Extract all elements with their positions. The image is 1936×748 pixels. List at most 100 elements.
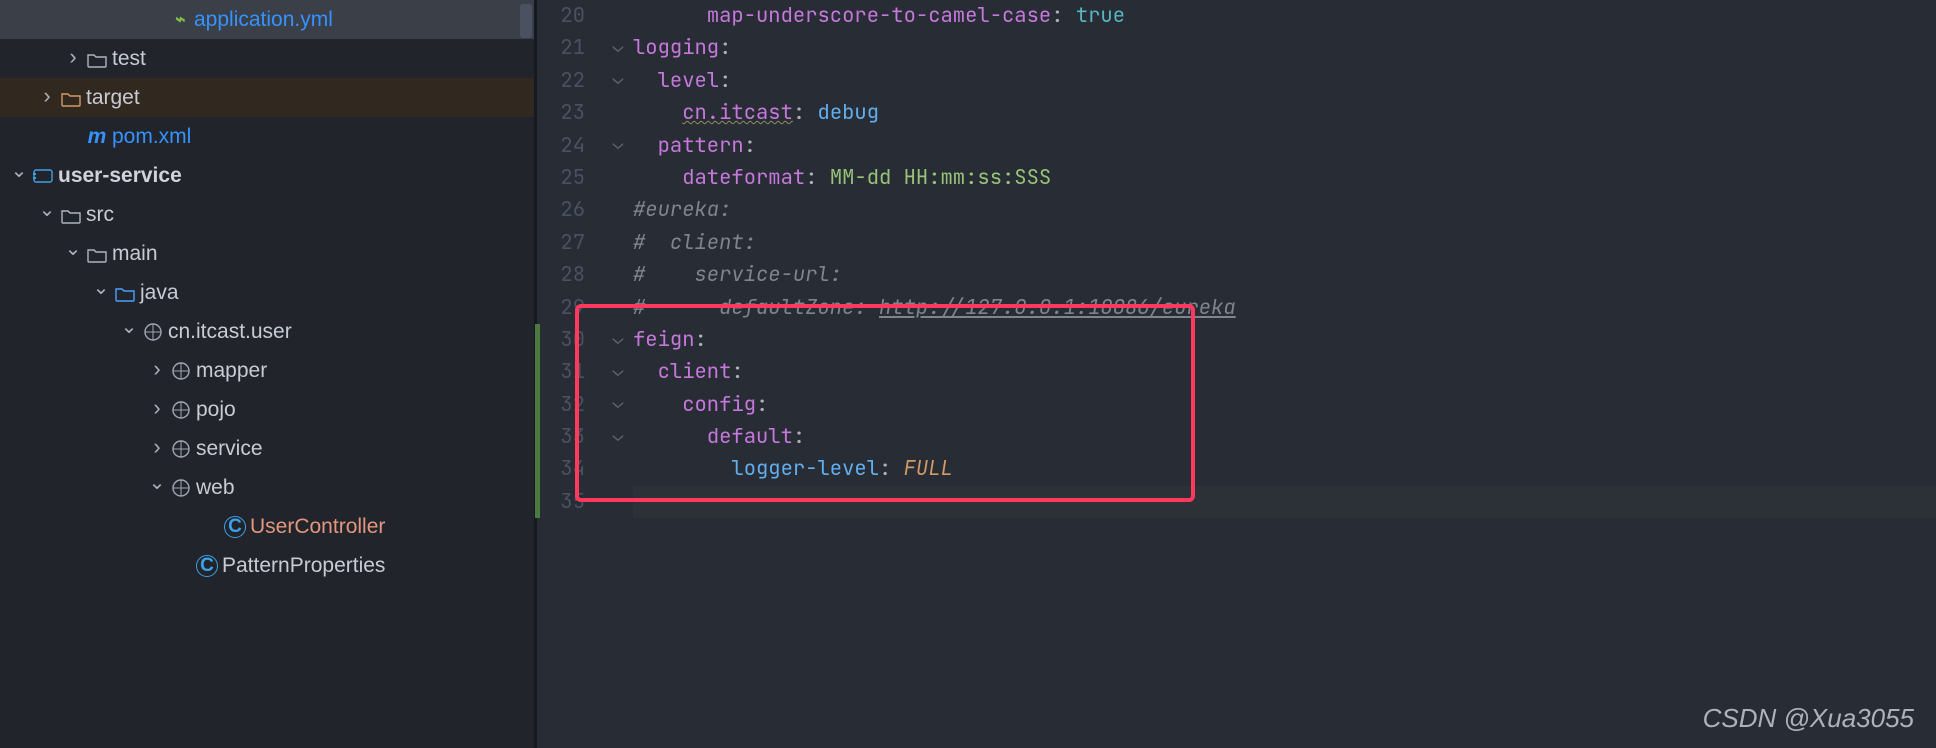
tree-node-label: src [84, 195, 114, 234]
tree-node-label: UserController [248, 507, 385, 546]
tree-row[interactable]: target [0, 78, 537, 117]
code-line[interactable]: pattern: [633, 130, 1936, 162]
code-line[interactable]: dateformat: MM-dd HH:mm:ss:SSS [633, 162, 1936, 194]
line-number: 24 [537, 130, 603, 162]
package-icon [142, 322, 164, 342]
fold-marker [603, 227, 633, 259]
tree-row[interactable]: service [0, 429, 537, 468]
folder-icon [114, 284, 136, 302]
fold-marker [603, 453, 633, 485]
code-line[interactable]: level: [633, 65, 1936, 97]
code-line[interactable]: logging: [633, 32, 1936, 64]
tree-row[interactable]: test [0, 39, 537, 78]
expand-chevron-icon[interactable] [90, 273, 112, 312]
code-line[interactable]: #eureka: [633, 194, 1936, 226]
tree-row[interactable]: mapper [0, 351, 537, 390]
tree-node-label: pom.xml [110, 117, 191, 156]
fold-marker[interactable] [603, 32, 633, 64]
tree-row[interactable]: web [0, 468, 537, 507]
code-area[interactable]: map-underscore-to-camel-case: trueloggin… [633, 0, 1936, 748]
tree-node-icon [30, 167, 56, 185]
fold-marker[interactable] [603, 130, 633, 162]
code-editor[interactable]: 20212223242526272829303132333435 map-und… [537, 0, 1936, 748]
tree-node-icon [58, 206, 84, 224]
folder-icon [60, 206, 82, 224]
line-number: 29 [537, 292, 603, 324]
tree-node-label: java [138, 273, 179, 312]
tree-row[interactable]: main [0, 234, 537, 273]
tree-row[interactable]: java [0, 273, 537, 312]
expand-chevron-icon[interactable] [62, 234, 84, 273]
code-line[interactable] [633, 486, 1936, 518]
code-line[interactable]: # defaultZone: http://127.0.0.1:10086/eu… [633, 292, 1936, 324]
folder-icon [86, 245, 108, 263]
fold-marker[interactable] [603, 389, 633, 421]
tree-row[interactable]: mpom.xml [0, 117, 537, 156]
line-number: 25 [537, 162, 603, 194]
fold-marker [603, 292, 633, 324]
line-number: 31 [537, 356, 603, 388]
tree-row[interactable]: CUserController [0, 507, 537, 546]
code-line[interactable]: feign: [633, 324, 1936, 356]
expand-chevron-icon[interactable] [36, 195, 58, 234]
code-line[interactable]: cn.itcast: debug [633, 97, 1936, 129]
expand-chevron-icon[interactable] [146, 351, 168, 390]
code-line[interactable]: logger-level: FULL [633, 453, 1936, 485]
line-number: 33 [537, 421, 603, 453]
fold-marker[interactable] [603, 65, 633, 97]
code-line[interactable]: # service-url: [633, 259, 1936, 291]
expand-chevron-icon[interactable] [146, 429, 168, 468]
code-line[interactable]: # client: [633, 227, 1936, 259]
tree-node-label: application.yml [192, 0, 333, 39]
tree-node-label: target [84, 78, 140, 117]
fold-marker[interactable] [603, 356, 633, 388]
fold-marker [603, 259, 633, 291]
fold-marker[interactable] [603, 421, 633, 453]
expand-chevron-icon[interactable] [146, 468, 168, 507]
tree-row[interactable]: CPatternProperties [0, 546, 537, 585]
tree-node-label: web [194, 468, 235, 507]
class-icon: C [196, 555, 218, 577]
tree-scrollbar-thumb[interactable] [520, 4, 532, 38]
maven-file-icon: m [88, 117, 107, 156]
expand-chevron-icon[interactable] [62, 39, 84, 78]
app-root: ⌁application.ymltesttargetmpom.xmluser-s… [0, 0, 1936, 748]
package-icon [170, 439, 192, 459]
line-number: 21 [537, 32, 603, 64]
package-icon [170, 478, 192, 498]
package-icon [170, 400, 192, 420]
folder-icon [60, 89, 82, 107]
tree-node-icon [168, 400, 194, 420]
package-icon [170, 361, 192, 381]
tree-row[interactable]: cn.itcast.user [0, 312, 537, 351]
expand-chevron-icon[interactable] [118, 312, 140, 351]
tree-row[interactable]: ⌁application.yml [0, 0, 537, 39]
tree-node-label: pojo [194, 390, 236, 429]
expand-chevron-icon[interactable] [146, 390, 168, 429]
expand-chevron-icon[interactable] [8, 156, 30, 195]
module-icon [32, 167, 54, 185]
expand-chevron-icon[interactable] [36, 78, 58, 117]
tree-node-label: PatternProperties [220, 546, 385, 585]
tree-row[interactable]: src [0, 195, 537, 234]
tree-node-icon [58, 89, 84, 107]
fold-marker [603, 0, 633, 32]
tree-row[interactable]: pojo [0, 390, 537, 429]
watermark-text: CSDN @Xua3055 [1703, 703, 1914, 734]
fold-marker [603, 162, 633, 194]
code-line[interactable]: default: [633, 421, 1936, 453]
line-number: 20 [537, 0, 603, 32]
code-line[interactable]: client: [633, 356, 1936, 388]
tree-node-icon [140, 322, 166, 342]
code-line[interactable]: config: [633, 389, 1936, 421]
folder-icon [86, 50, 108, 68]
tree-node-icon [112, 284, 138, 302]
code-line[interactable]: map-underscore-to-camel-case: true [633, 0, 1936, 32]
line-number-gutter: 20212223242526272829303132333435 [537, 0, 603, 748]
tree-node-label: mapper [194, 351, 267, 390]
tree-node-icon [84, 245, 110, 263]
fold-column[interactable] [603, 0, 633, 748]
fold-marker[interactable] [603, 324, 633, 356]
project-tree[interactable]: ⌁application.ymltesttargetmpom.xmluser-s… [0, 0, 537, 585]
tree-row[interactable]: user-service [0, 156, 537, 195]
